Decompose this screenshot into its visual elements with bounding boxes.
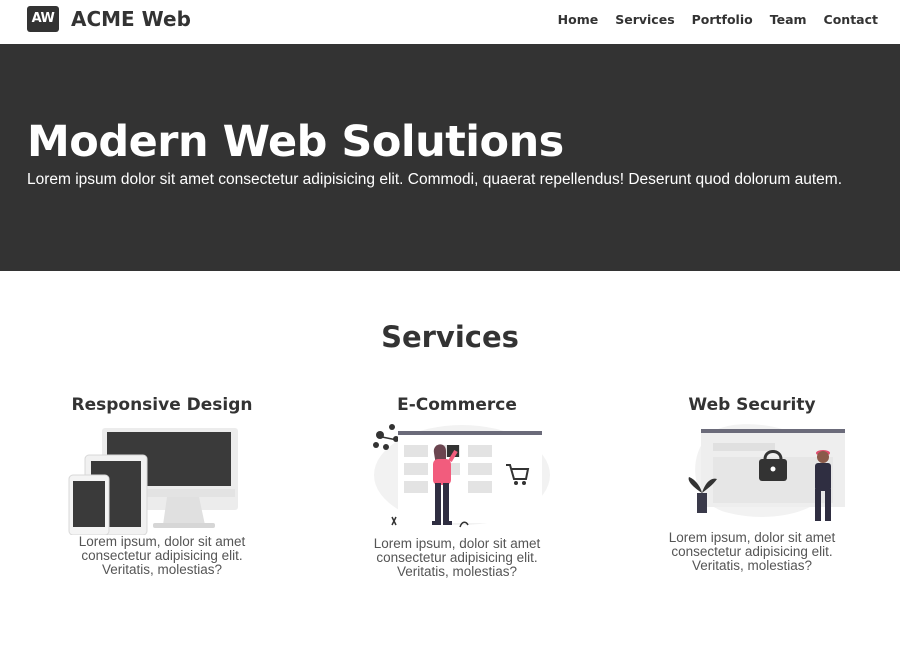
main-nav: Home Services Portfolio Team Contact xyxy=(558,12,878,27)
hero-title: Modern Web Solutions xyxy=(27,117,564,167)
service-title: Web Security xyxy=(688,395,816,415)
nav-portfolio[interactable]: Portfolio xyxy=(692,12,753,27)
responsive-devices-illustration xyxy=(68,428,238,535)
nav-contact[interactable]: Contact xyxy=(824,12,878,27)
logo[interactable]: AW xyxy=(27,6,59,32)
nav-services[interactable]: Services xyxy=(615,12,674,27)
service-card-ecommerce: E-Commerce Lorem ipsum, dolor sit amet c… xyxy=(337,393,577,579)
service-description: Lorem ipsum, dolor sit amet consectetur … xyxy=(373,536,541,579)
service-description: Lorem ipsum, dolor sit amet consectetur … xyxy=(78,534,246,577)
brand-name[interactable]: ACME Web xyxy=(71,6,191,32)
service-description: Lorem ipsum, dolor sit amet consectetur … xyxy=(668,530,836,573)
service-title: Responsive Design xyxy=(71,395,253,415)
hero-section: Modern Web Solutions Lorem ipsum dolor s… xyxy=(0,44,900,271)
site-header: AW ACME Web Home Services Portfolio Team… xyxy=(0,0,900,44)
ecommerce-shopping-illustration xyxy=(373,424,550,528)
nav-team[interactable]: Team xyxy=(770,12,807,27)
service-card-security: Web Security Lorem ipsum, dolor sit amet… xyxy=(632,393,872,573)
services-title: Services xyxy=(381,320,519,354)
hero-subtitle: Lorem ipsum dolor sit amet consectetur a… xyxy=(27,171,843,188)
service-title: E-Commerce xyxy=(397,395,517,415)
web-security-lock-illustration xyxy=(688,424,845,521)
service-card-responsive: Responsive Design Lorem ipsum, dolor sit… xyxy=(42,393,282,577)
nav-home[interactable]: Home xyxy=(558,12,599,27)
